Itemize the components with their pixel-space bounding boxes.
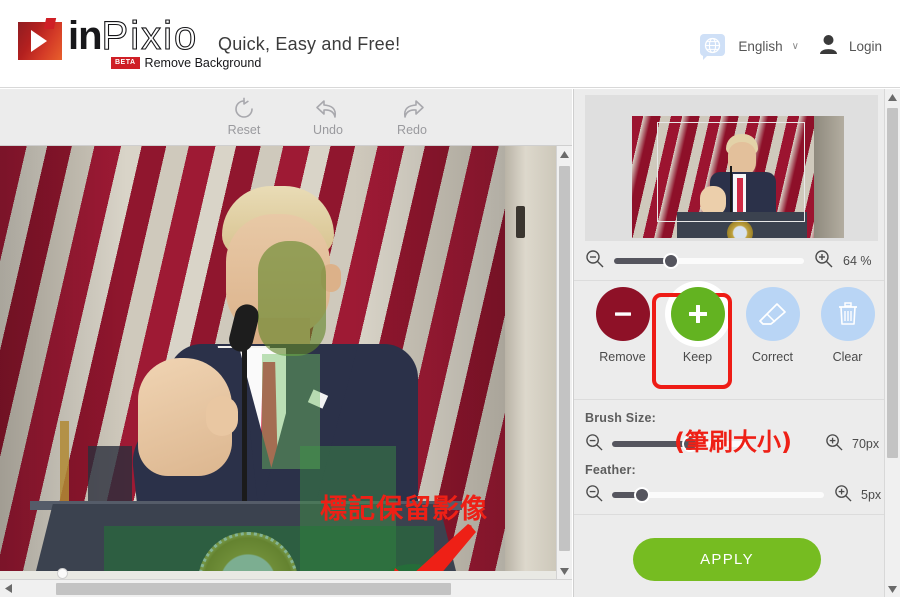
inpixio-remove-background-app: inPixio BETA Remove Background Quick, Ea… [0, 0, 900, 597]
door-handle [516, 206, 525, 238]
tool-keep-label: Keep [682, 350, 713, 364]
edited-photo[interactable]: 標記保留影像 [0, 146, 556, 571]
panel-divider [574, 399, 900, 400]
undo-arrow-icon [300, 95, 356, 122]
doorframe [505, 146, 556, 571]
app-header: inPixio BETA Remove Background Quick, Ea… [0, 0, 900, 88]
reset-button[interactable]: Reset [216, 95, 272, 137]
login-link[interactable]: Login [849, 39, 882, 54]
brand-wordmark: inPixio BETA Remove Background [68, 14, 261, 70]
feather-slider[interactable] [612, 487, 824, 503]
panel-divider [574, 280, 900, 281]
magnifier-minus-icon[interactable] [585, 484, 603, 507]
scroll-down-arrow-icon[interactable] [557, 563, 572, 579]
tool-correct-label: Correct [752, 350, 793, 364]
beta-badge: BETA [111, 57, 140, 69]
scroll-down-arrow-icon[interactable] [885, 581, 900, 597]
tool-keep[interactable]: Keep [664, 281, 732, 364]
feather-control-row: 5px [585, 483, 895, 507]
magnifier-plus-icon[interactable] [834, 484, 852, 507]
brush-size-value: 70px [852, 437, 880, 451]
tool-remove-label: Remove [599, 350, 646, 364]
feather-slider-thumb[interactable] [633, 487, 650, 503]
panel-scroll-thumb[interactable] [887, 108, 898, 458]
redo-arrow-icon [384, 95, 440, 122]
language-selector-label[interactable]: English [738, 39, 782, 54]
apply-button[interactable]: APPLY [633, 538, 821, 581]
brush-size-label: Brush Size: [585, 411, 656, 425]
brand-logo[interactable]: inPixio BETA Remove Background [18, 14, 261, 70]
reset-circular-arrow-icon [216, 95, 272, 122]
edit-toolbar: Reset Undo Redo [0, 89, 572, 146]
subject-ear [321, 264, 341, 292]
canvas-vertical-scrollbar[interactable] [556, 146, 572, 579]
header-right-controls: English ∨ Login [700, 30, 882, 62]
canvas-hscroll-thumb[interactable] [56, 583, 451, 595]
scroll-up-arrow-icon[interactable] [885, 89, 900, 105]
eraser-icon [745, 287, 800, 341]
plus-circle-icon [670, 287, 725, 341]
canvas-horizontal-scrollbar[interactable] [0, 579, 572, 597]
redo-button[interactable]: Redo [384, 95, 440, 137]
minus-circle-icon [595, 287, 650, 341]
brand-subtitle: BETA Remove Background [111, 56, 261, 70]
brush-size-annotation-text: (筆刷大小) [674, 428, 792, 456]
canvas-vscroll-thumb[interactable] [559, 166, 570, 551]
magnifier-minus-icon[interactable] [585, 433, 603, 456]
brand-name-outline: Pixio [101, 14, 199, 58]
undo-label: Undo [313, 123, 343, 137]
tool-clear-label: Clear [832, 350, 863, 364]
scroll-up-arrow-icon[interactable] [557, 146, 572, 162]
red-arrow-icon [372, 524, 477, 571]
canvas-annotation-text: 標記保留影像 [320, 494, 488, 525]
play-logo-icon [18, 18, 64, 62]
zoom-slider-thumb[interactable] [663, 253, 679, 269]
scroll-left-arrow-icon[interactable] [0, 580, 16, 597]
navigator-preview[interactable] [585, 95, 878, 241]
image-canvas-area[interactable]: 標記保留影像 [0, 146, 572, 597]
zoom-slider[interactable] [614, 253, 804, 269]
reset-label: Reset [227, 123, 261, 137]
tool-correct[interactable]: Correct [739, 287, 807, 364]
chevron-down-icon[interactable]: ∨ [792, 41, 799, 52]
zoom-level-value: 64 % [843, 254, 872, 268]
magnifier-plus-icon[interactable] [825, 433, 843, 456]
redo-label: Redo [397, 123, 427, 137]
canvas-resize-dot [57, 568, 68, 579]
tools-panel: 64 % Remove Keep Correct Clear Brush Siz… [573, 89, 900, 597]
magnifier-minus-icon[interactable] [585, 249, 604, 273]
product-name: Remove Background [144, 56, 262, 70]
trash-icon [820, 287, 875, 341]
feather-label: Feather: [585, 463, 636, 477]
page-tagline: Quick, Easy and Free! [218, 34, 401, 54]
tool-clear[interactable]: Clear [814, 287, 882, 364]
undo-button[interactable]: Undo [300, 95, 356, 137]
subject-thumb [206, 396, 238, 436]
tool-remove[interactable]: Remove [589, 287, 657, 364]
panel-divider [574, 514, 900, 515]
user-avatar-icon[interactable] [819, 34, 838, 59]
magnifier-plus-icon[interactable] [814, 249, 833, 273]
language-globe-icon[interactable] [700, 33, 726, 60]
navigator-viewport-box[interactable] [657, 122, 805, 222]
zoom-control-row: 64 % [585, 248, 885, 274]
panel-vertical-scrollbar[interactable] [884, 89, 900, 597]
brand-name-bold: in [68, 14, 103, 58]
brush-tool-group: Remove Keep Correct Clear [585, 281, 885, 364]
